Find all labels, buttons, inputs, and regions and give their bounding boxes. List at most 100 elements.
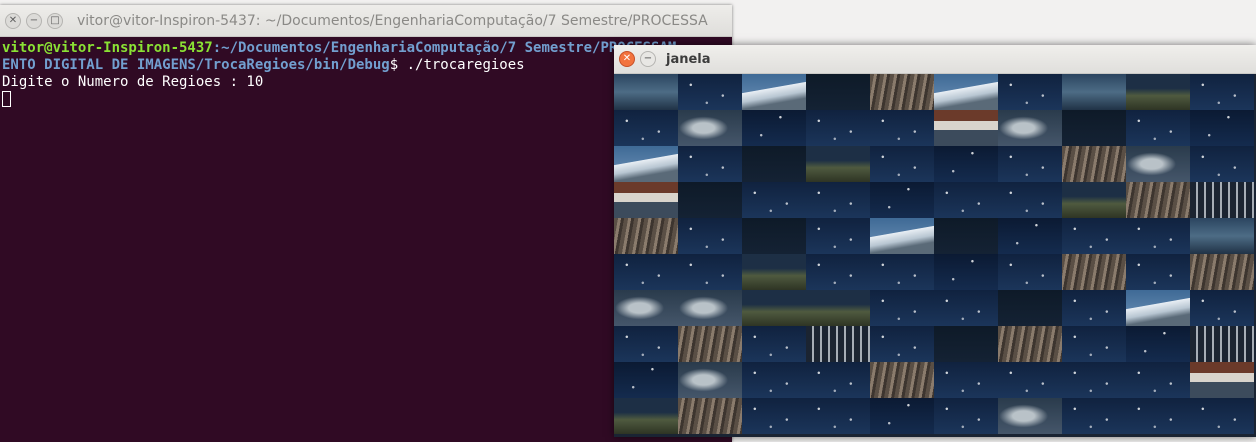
image-region-tile xyxy=(998,326,1062,362)
image-region-tile xyxy=(1190,110,1254,146)
terminal-cursor[interactable] xyxy=(2,91,11,107)
image-region-tile xyxy=(870,254,934,290)
prompt-symbol: $ xyxy=(389,57,407,73)
image-region-tile xyxy=(1126,182,1190,218)
image-region-tile xyxy=(1190,182,1254,218)
image-region-tile xyxy=(1190,398,1254,434)
image-region-tile xyxy=(742,218,806,254)
image-region-tile xyxy=(1190,326,1254,362)
image-region-tile xyxy=(870,182,934,218)
image-region-tile xyxy=(1190,218,1254,254)
image-region-tile xyxy=(1126,362,1190,398)
image-region-tile xyxy=(678,182,742,218)
image-region-tile xyxy=(998,398,1062,434)
image-region-tile xyxy=(806,182,870,218)
image-region-tile xyxy=(742,290,806,326)
janela-titlebar[interactable]: ✕ − janela xyxy=(614,45,1256,74)
image-region-tile xyxy=(614,74,678,110)
image-region-tile xyxy=(614,218,678,254)
image-region-tile xyxy=(870,362,934,398)
image-region-tile xyxy=(1190,74,1254,110)
image-region-tile xyxy=(614,398,678,434)
image-region-tile xyxy=(806,110,870,146)
prompt-path-1: ~/Documentos/EngenhariaComputação/7 Seme… xyxy=(221,40,677,56)
image-region-tile xyxy=(806,74,870,110)
image-region-tile xyxy=(934,74,998,110)
image-region-tile xyxy=(742,110,806,146)
image-region-tile xyxy=(1062,182,1126,218)
image-region-tile xyxy=(870,326,934,362)
image-region-tile xyxy=(742,254,806,290)
image-region-tile xyxy=(998,146,1062,182)
image-region-tile xyxy=(678,218,742,254)
image-region-tile xyxy=(1190,290,1254,326)
janela-title: janela xyxy=(666,51,711,67)
image-region-tile xyxy=(806,326,870,362)
image-region-tile xyxy=(678,254,742,290)
minimize-icon[interactable]: − xyxy=(640,51,656,67)
image-region-tile xyxy=(1062,218,1126,254)
janela-window[interactable]: ✕ − janela xyxy=(614,45,1256,437)
image-region-tile xyxy=(998,254,1062,290)
image-region-tile xyxy=(934,110,998,146)
image-region-tile xyxy=(1062,362,1126,398)
image-region-tile xyxy=(806,398,870,434)
maximize-icon[interactable]: □ xyxy=(47,12,63,29)
image-region-tile xyxy=(1190,146,1254,182)
image-region-tile xyxy=(806,290,870,326)
minimize-icon[interactable]: − xyxy=(26,12,42,29)
image-region-tile xyxy=(678,146,742,182)
close-icon[interactable]: ✕ xyxy=(619,51,635,67)
image-region-tile xyxy=(678,290,742,326)
image-region-tile xyxy=(614,182,678,218)
image-region-tile xyxy=(998,74,1062,110)
image-region-tile xyxy=(614,110,678,146)
image-region-tile xyxy=(1062,74,1126,110)
image-region-tile xyxy=(1062,146,1126,182)
image-region-tile xyxy=(1062,398,1126,434)
prompt-path-2: ENTO DIGITAL DE IMAGENS/TrocaRegioes/bin… xyxy=(2,57,390,73)
image-region-tile xyxy=(1190,362,1254,398)
image-region-tile xyxy=(1126,146,1190,182)
image-region-tile xyxy=(742,182,806,218)
image-region-tile xyxy=(678,110,742,146)
image-region-tile xyxy=(870,398,934,434)
image-region-tile xyxy=(614,362,678,398)
image-region-tile xyxy=(934,326,998,362)
image-region-tile xyxy=(1126,398,1190,434)
image-region-tile xyxy=(614,254,678,290)
image-region-tile xyxy=(934,146,998,182)
image-region-tile xyxy=(1062,254,1126,290)
image-region-tile xyxy=(678,362,742,398)
image-region-tile xyxy=(870,110,934,146)
image-region-tile xyxy=(614,146,678,182)
terminal-titlebar[interactable]: ✕ − □ vitor@vitor-Inspiron-5437: ~/Docum… xyxy=(0,5,732,37)
image-region-tile xyxy=(742,326,806,362)
terminal-title: vitor@vitor-Inspiron-5437: ~/Documentos/… xyxy=(77,12,708,29)
image-region-tile xyxy=(934,362,998,398)
close-icon[interactable]: ✕ xyxy=(5,12,21,29)
image-region-tile xyxy=(806,254,870,290)
image-region-tile xyxy=(806,218,870,254)
image-region-tile xyxy=(870,146,934,182)
image-region-tile xyxy=(678,74,742,110)
image-region-tile xyxy=(934,398,998,434)
image-region-tile xyxy=(678,398,742,434)
image-region-tile xyxy=(678,326,742,362)
image-region-tile xyxy=(614,290,678,326)
image-region-tile xyxy=(1062,290,1126,326)
image-region-tile xyxy=(998,362,1062,398)
image-region-tile xyxy=(934,182,998,218)
image-region-tile xyxy=(1062,326,1126,362)
image-region-tile xyxy=(806,146,870,182)
image-region-tile xyxy=(1062,110,1126,146)
image-region-tile xyxy=(934,254,998,290)
command-text: ./trocaregioes xyxy=(406,57,525,73)
image-region-tile xyxy=(806,362,870,398)
image-region-tile xyxy=(1126,218,1190,254)
image-region-tile xyxy=(742,74,806,110)
image-region-tile xyxy=(1126,110,1190,146)
image-region-tile xyxy=(1126,290,1190,326)
prompt-user: vitor@vitor-Inspiron-5437 xyxy=(2,40,213,56)
image-region-tile xyxy=(742,398,806,434)
